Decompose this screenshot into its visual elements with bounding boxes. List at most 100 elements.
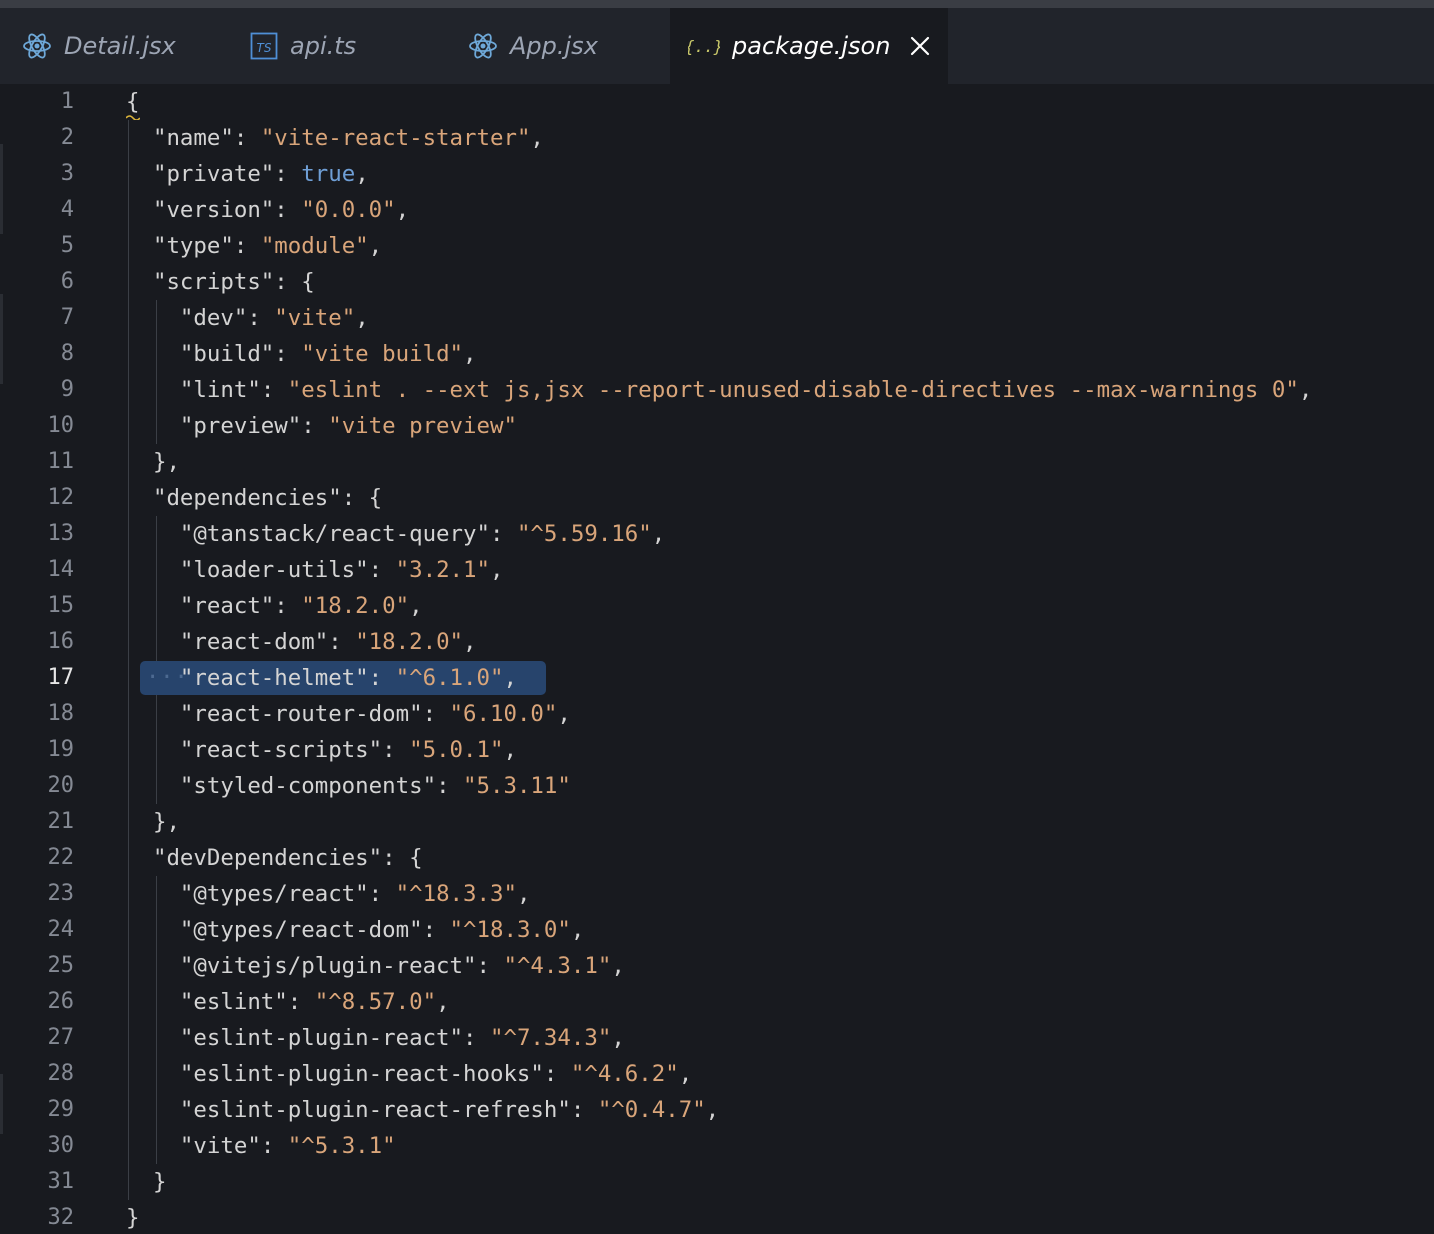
code-line[interactable]: 19 "react-scripts": "5.0.1", <box>0 732 1434 768</box>
code-line[interactable]: 20 "styled-components": "5.3.11" <box>0 768 1434 804</box>
code-line[interactable]: 28 "eslint-plugin-react-hooks": "^4.6.2"… <box>0 1056 1434 1092</box>
code-line[interactable]: 14 "loader-utils": "3.2.1", <box>0 552 1434 588</box>
code-text: } <box>126 1200 139 1234</box>
code-token: } <box>126 1205 140 1231</box>
code-token: "^5.3.1" <box>287 1133 396 1159</box>
line-number: 18 <box>47 701 75 726</box>
tab-app-jsx[interactable]: App.jsx <box>468 8 668 84</box>
code-token: "eslint" <box>126 989 288 1015</box>
code-text: "eslint-plugin-react-hooks": "^4.6.2", <box>126 1056 692 1092</box>
code-token: "^0.4.7" <box>597 1097 706 1123</box>
code-text: }, <box>126 444 180 480</box>
code-line[interactable]: ··· 17 "react-helmet": "^6.1.0", <box>0 660 1434 696</box>
typescript-icon: TS <box>250 32 278 60</box>
code-text: "dependencies": { <box>126 480 382 516</box>
code-text: "version": "0.0.0", <box>126 192 409 228</box>
code-line[interactable]: 4 "version": "0.0.0", <box>0 192 1434 228</box>
code-text: "preview": "vite preview" <box>126 408 517 444</box>
code-token: : <box>463 1025 490 1051</box>
code-line[interactable]: 16 "react-dom": "18.2.0", <box>0 624 1434 660</box>
line-number: 24 <box>47 917 75 942</box>
code-token: "eslint-plugin-react" <box>126 1025 464 1051</box>
react-icon <box>468 31 498 61</box>
code-line[interactable]: 1{ <box>0 84 1434 120</box>
svg-text:TS: TS <box>257 41 272 55</box>
code-token: "dependencies" <box>126 485 342 511</box>
code-token: "type" <box>126 233 234 259</box>
code-token: : <box>328 629 356 655</box>
code-token: , <box>395 197 410 223</box>
code-line[interactable]: 10 "preview": "vite preview" <box>0 408 1434 444</box>
code-text: "scripts": { <box>126 264 315 300</box>
line-number: 28 <box>47 1061 75 1086</box>
code-line[interactable]: 9 "lint": "eslint . --ext js,jsx --repor… <box>0 372 1434 408</box>
code-token: "^8.57.0" <box>314 989 437 1015</box>
tab-label: api.ts <box>290 32 357 60</box>
json-braces-icon: {..} <box>688 32 720 60</box>
code-token: "^18.3.0" <box>449 917 571 943</box>
code-token: "vite-react-starter" <box>260 125 531 151</box>
code-line[interactable]: 7 "dev": "vite", <box>0 300 1434 336</box>
tab-detail-jsx[interactable]: Detail.jsx <box>22 8 242 84</box>
code-line[interactable]: 24 "@types/react-dom": "^18.3.0", <box>0 912 1434 948</box>
code-token: "lint" <box>126 377 261 403</box>
code-text: "react-dom": "18.2.0", <box>126 624 477 660</box>
code-line[interactable]: 21 }, <box>0 804 1434 840</box>
code-token: , <box>503 737 517 763</box>
code-editor[interactable]: 1{2 "name": "vite-react-starter", 3 "priv… <box>0 84 1434 1234</box>
code-line[interactable]: 5 "type": "module", <box>0 228 1434 264</box>
code-line[interactable]: 29 "eslint-plugin-react-refresh": "^0.4.… <box>0 1092 1434 1128</box>
code-line[interactable]: 2 "name": "vite-react-starter", <box>0 120 1434 156</box>
code-token: , <box>490 557 504 583</box>
tab-package-json[interactable]: {..} package.json <box>670 8 948 84</box>
code-line[interactable]: 6 "scripts": { <box>0 264 1434 300</box>
code-line[interactable]: 23 "@types/react": "^18.3.3", <box>0 876 1434 912</box>
code-line[interactable]: 30 "vite": "^5.3.1" <box>0 1128 1434 1164</box>
code-line[interactable]: 12 "dependencies": { <box>0 480 1434 516</box>
code-token: "^7.34.3" <box>489 1025 612 1051</box>
line-number: 23 <box>47 881 75 906</box>
code-text: } <box>126 1164 167 1200</box>
line-number: 26 <box>47 989 75 1014</box>
code-token: "name" <box>126 125 234 151</box>
code-line[interactable]: 32} <box>0 1200 1434 1234</box>
code-line[interactable]: 18 "react-router-dom": "6.10.0", <box>0 696 1434 732</box>
code-token: : <box>543 1061 571 1087</box>
code-line[interactable]: 15 "react": "18.2.0", <box>0 588 1434 624</box>
line-number: 5 <box>60 233 74 258</box>
code-token: , <box>355 161 369 187</box>
code-line[interactable]: 8 "build": "vite build", <box>0 336 1434 372</box>
code-line[interactable]: 26 "eslint": "^8.57.0", <box>0 984 1434 1020</box>
code-line[interactable]: 3 "private": true, <box>0 156 1434 192</box>
line-number: 20 <box>47 773 75 798</box>
tab-api-ts[interactable]: TS api.ts <box>250 8 460 84</box>
line-number: 22 <box>47 845 75 870</box>
code-text: "devDependencies": { <box>126 840 423 876</box>
code-token: , <box>557 701 571 727</box>
code-text: "react-router-dom": "6.10.0", <box>126 696 571 732</box>
code-token: , <box>355 305 369 331</box>
code-token: "module" <box>260 233 369 259</box>
line-number: 3 <box>60 161 74 186</box>
code-token: }, <box>126 449 180 475</box>
line-number: 30 <box>47 1133 75 1158</box>
code-token: , <box>516 881 531 907</box>
code-token: "eslint-plugin-react-refresh" <box>126 1097 571 1123</box>
code-line[interactable]: 25 "@vitejs/plugin-react": "^4.3.1", <box>0 948 1434 984</box>
code-token: } <box>126 1169 167 1195</box>
code-token: : <box>476 953 504 979</box>
line-number: 29 <box>47 1097 75 1122</box>
code-token: "vite" <box>126 1133 261 1159</box>
code-token: "^4.6.2" <box>570 1061 679 1087</box>
code-line[interactable]: 13 "@tanstack/react-query": "^5.59.16", <box>0 516 1434 552</box>
code-text: }, <box>126 804 180 840</box>
close-icon[interactable] <box>908 34 932 58</box>
line-number: 15 <box>47 593 75 618</box>
code-token: , <box>368 233 383 259</box>
code-line[interactable]: 22 "devDependencies": { <box>0 840 1434 876</box>
line-number: 10 <box>47 413 75 438</box>
code-line[interactable]: 31 } <box>0 1164 1434 1200</box>
code-line[interactable]: 27 "eslint-plugin-react": "^7.34.3", <box>0 1020 1434 1056</box>
code-line[interactable]: 11 }, <box>0 444 1434 480</box>
code-token: true <box>301 161 356 187</box>
